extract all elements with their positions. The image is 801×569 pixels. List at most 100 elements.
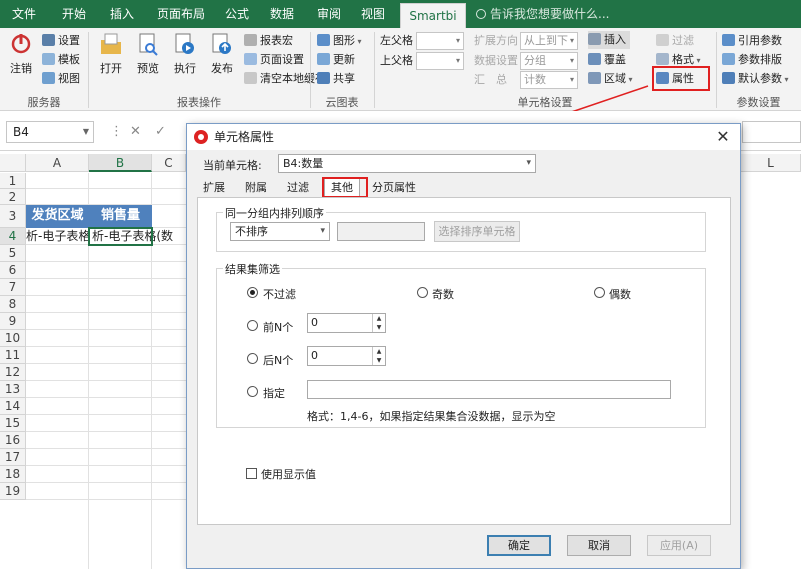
tab-insert[interactable]: 插入: [104, 0, 140, 28]
open-button[interactable]: 打开: [94, 32, 128, 76]
radio-first-n[interactable]: [247, 320, 258, 331]
row-header-6[interactable]: 6: [0, 262, 26, 279]
preview-button[interactable]: 预览: [131, 32, 165, 76]
row-header-10[interactable]: 10: [0, 330, 26, 347]
cell-a3[interactable]: 发货区域: [26, 205, 89, 228]
filter-button[interactable]: 过滤: [656, 32, 694, 50]
insert-mode-button[interactable]: 插入: [588, 31, 630, 49]
radio-last-n[interactable]: [247, 353, 258, 364]
cover-mode-button[interactable]: 覆盖: [588, 51, 626, 69]
column-header-a[interactable]: A: [26, 154, 89, 172]
row-header-11[interactable]: 11: [0, 347, 26, 364]
tab-review[interactable]: 审阅: [311, 0, 347, 28]
radio-even[interactable]: [594, 287, 605, 298]
gridline: [26, 346, 186, 347]
dialog-tab-filter[interactable]: 过滤: [281, 179, 315, 197]
share-button[interactable]: 共享: [317, 70, 355, 88]
select-all[interactable]: [0, 154, 26, 172]
tab-home[interactable]: 开始: [56, 0, 92, 28]
publish-button[interactable]: 发布: [205, 32, 239, 76]
row-header-19[interactable]: 19: [0, 483, 26, 500]
dialog-tab-paging[interactable]: 分页属性: [366, 179, 422, 197]
result-filter-fieldset: 结果集筛选 不过滤 奇数 偶数 前N个 0 ▲ ▼ 后N个 0 ▲ ▼ 指定 格式：1,…: [216, 261, 706, 428]
row-header-17[interactable]: 17: [0, 449, 26, 466]
row-header-1[interactable]: 1: [0, 173, 26, 189]
dialog-tab-attach[interactable]: 附属: [239, 179, 273, 197]
row-header-14[interactable]: 14: [0, 398, 26, 415]
top-parent-select[interactable]: ▾: [416, 52, 464, 70]
row-header-7[interactable]: 7: [0, 279, 26, 296]
first-n-stepper[interactable]: 0 ▲ ▼: [307, 313, 386, 333]
apply-button[interactable]: 应用(A): [647, 535, 711, 556]
row-header-16[interactable]: 16: [0, 432, 26, 449]
enter-icon[interactable]: ✓: [155, 124, 166, 139]
radio-even-label: 偶数: [609, 288, 631, 301]
row-header-8[interactable]: 8: [0, 296, 26, 313]
clear-cache-button[interactable]: 清空本地缓存: [244, 70, 326, 88]
group-label-param: 参数设置: [736, 96, 781, 109]
gridline: [26, 499, 186, 500]
left-parent-select[interactable]: ▾: [416, 32, 464, 50]
tab-data[interactable]: 数据: [264, 0, 300, 28]
report-macro-button[interactable]: 报表宏: [244, 32, 293, 50]
row-header-12[interactable]: 12: [0, 364, 26, 381]
column-header-l[interactable]: L: [741, 154, 801, 172]
ok-button[interactable]: 确定: [487, 535, 551, 556]
ref-param-button[interactable]: 引用参数: [722, 32, 782, 50]
column-header-c[interactable]: C: [152, 154, 186, 172]
expand-direction-select[interactable]: 从上到下 ▾: [520, 32, 578, 50]
tab-file[interactable]: 文件: [6, 0, 42, 28]
cancel-button[interactable]: 取消: [567, 535, 631, 556]
name-box[interactable]: B4 ▼: [6, 121, 94, 143]
preview-label: 预览: [137, 62, 159, 75]
page-setup-button[interactable]: 页面设置: [244, 51, 304, 69]
row-header-15[interactable]: 15: [0, 415, 26, 432]
radio-last-n-label: 后N个: [263, 354, 294, 367]
tab-smartbi[interactable]: Smartbi: [400, 3, 466, 28]
update-button[interactable]: 更新: [317, 51, 355, 69]
row-header-4[interactable]: 4: [0, 228, 26, 245]
radio-no-filter[interactable]: [247, 287, 258, 298]
row-header-3[interactable]: 3: [0, 205, 26, 228]
formula-input[interactable]: [742, 121, 801, 143]
default-param-button[interactable]: 默认参数 ▾: [722, 70, 789, 88]
row-header-13[interactable]: 13: [0, 381, 26, 398]
column-header-b[interactable]: B: [89, 154, 152, 172]
tell-me-box[interactable]: 告诉我您想要做什么...: [476, 0, 609, 28]
data-setting-select[interactable]: 分组 ▾: [520, 52, 578, 70]
radio-specify[interactable]: [247, 386, 258, 397]
logout-button[interactable]: 注销: [4, 32, 38, 76]
graph-button[interactable]: 图形 ▾: [317, 32, 362, 50]
tab-page-layout[interactable]: 页面布局: [153, 0, 209, 28]
radio-odd[interactable]: [417, 287, 428, 298]
view-label: 视图: [58, 72, 80, 85]
row-header-9[interactable]: 9: [0, 313, 26, 330]
stepper-arrows-icon[interactable]: ▲ ▼: [372, 314, 385, 332]
template-button[interactable]: 模板: [42, 51, 80, 69]
settings-button[interactable]: 设置: [42, 32, 80, 50]
row-header-5[interactable]: 5: [0, 245, 26, 262]
row-header-18[interactable]: 18: [0, 466, 26, 483]
dialog-tab-expand[interactable]: 扩展: [197, 179, 231, 197]
specify-input[interactable]: [307, 380, 671, 399]
cover-icon: [588, 53, 601, 65]
select-sort-cell-button[interactable]: 选择排序单元格: [434, 221, 520, 242]
param-layout-button[interactable]: 参数排版: [722, 51, 782, 69]
sort-order-select[interactable]: 不排序 ▾: [230, 222, 330, 241]
radio-first-n-label: 前N个: [263, 321, 294, 334]
close-icon[interactable]: ✕: [712, 126, 734, 148]
update-label: 更新: [333, 53, 355, 66]
tab-view[interactable]: 视图: [355, 0, 391, 28]
cancel-icon[interactable]: ✕: [130, 124, 141, 139]
cell-a4[interactable]: 析-电子表格: [26, 228, 89, 245]
gridline: [26, 380, 186, 381]
row-header-2[interactable]: 2: [0, 189, 26, 205]
use-display-value-checkbox[interactable]: [246, 468, 257, 479]
tab-formulas[interactable]: 公式: [219, 0, 255, 28]
cell-b3[interactable]: 销售量: [89, 205, 152, 228]
stepper-arrows-icon[interactable]: ▲ ▼: [372, 347, 385, 365]
last-n-stepper[interactable]: 0 ▲ ▼: [307, 346, 386, 366]
view-button[interactable]: 视图: [42, 70, 80, 88]
run-button[interactable]: 执行: [168, 32, 202, 76]
current-cell-select[interactable]: B4:数量 ▾: [278, 154, 536, 173]
